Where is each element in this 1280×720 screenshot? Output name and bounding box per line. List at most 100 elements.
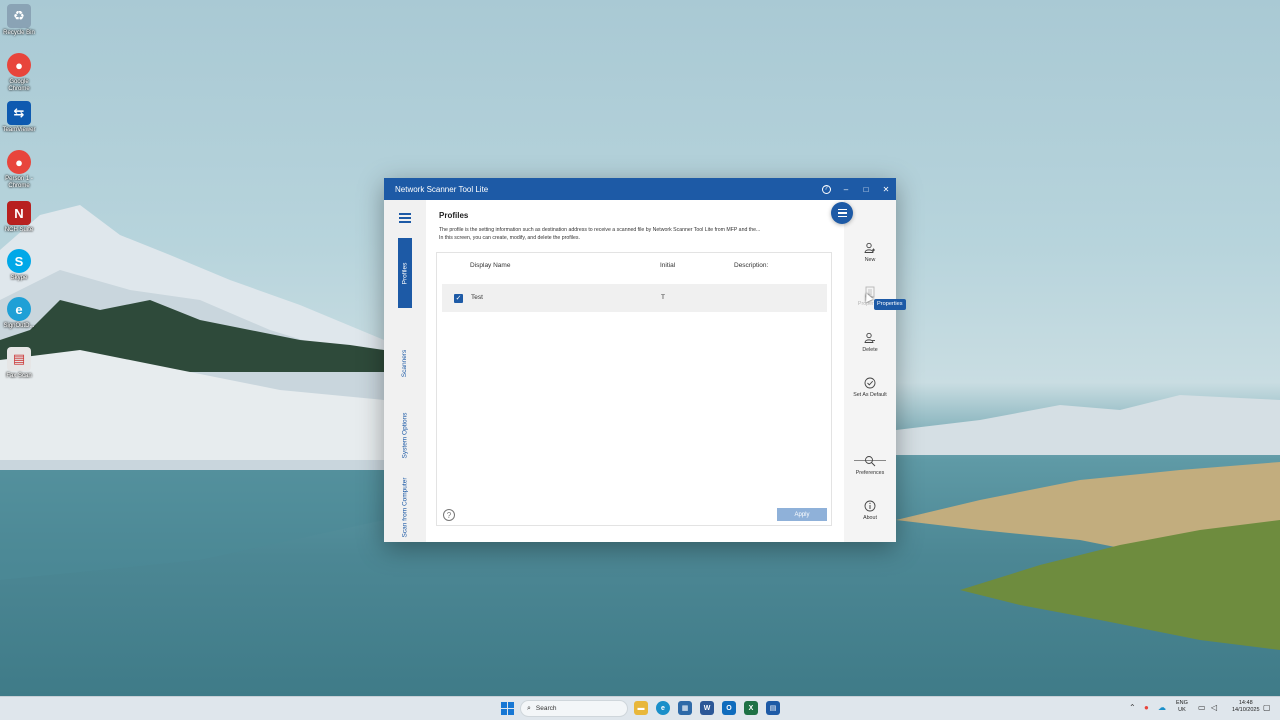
desktop-icon-label: Fax Scan (6, 373, 32, 379)
help-button[interactable]: ? (816, 178, 836, 200)
new-button[interactable]: New (844, 242, 896, 263)
recycle-bin-icon: ♻ (7, 4, 31, 28)
column-header-initial[interactable]: Initial (660, 262, 675, 269)
desktop-icon-label: SignOutD... (3, 323, 35, 329)
desktop-icon-chrome-person[interactable]: ● Person 1 - Chrome (2, 150, 36, 190)
outlook-icon[interactable]: O (722, 701, 736, 715)
desktop-icon-label: Recycle Bin (3, 30, 35, 36)
chevron-up-icon[interactable]: ⌃ (1129, 703, 1136, 712)
delete-button[interactable]: Delete (844, 332, 896, 353)
excel-icon[interactable]: X (744, 701, 758, 715)
row-checkbox[interactable]: ✓ (454, 294, 463, 303)
profiles-table: Display Name Initial Description: ✓ Test… (436, 252, 832, 526)
page-description: The profile is the setting information s… (439, 226, 819, 242)
taskbar: ⌕ Search ▬ e ▦ W O X ▤ ⌃ ● ☁ ENG UK ▭ ◁ … (0, 696, 1280, 720)
desktop-icon-label: Skype (10, 275, 28, 281)
title-bar[interactable]: Network Scanner Tool Lite ? – □ ✕ (384, 178, 896, 200)
desktop-icon-edge[interactable]: e SignOutD... (2, 297, 36, 330)
keyboard-region: UK (1178, 707, 1186, 713)
description-line-1: The profile is the setting information s… (439, 227, 761, 233)
checkmark-circle-icon (844, 377, 896, 391)
table-row[interactable]: ✓ Test T (442, 284, 827, 312)
desktop-icon-teamviewer[interactable]: ⇆ TeamViewer (2, 101, 36, 134)
desktop-icon-chrome[interactable]: ● Google Chrome (2, 53, 36, 93)
tab-label: Profiles (401, 262, 409, 284)
edge-icon: e (7, 297, 31, 321)
desktop-icon-fax[interactable]: ▤ Fax Scan (2, 347, 36, 380)
time: 14:48 (1238, 700, 1253, 706)
language-indicator[interactable]: ENG UK (1176, 700, 1188, 714)
taskbar-search[interactable]: ⌕ Search (520, 700, 628, 717)
cell-initial: T (661, 294, 665, 301)
tab-profiles[interactable]: Profiles (398, 238, 412, 308)
edge-icon[interactable]: e (656, 701, 670, 715)
fax-icon: ▤ (7, 347, 31, 371)
close-button[interactable]: ✕ (876, 178, 896, 200)
maximize-button[interactable]: □ (856, 178, 876, 200)
notification-icon[interactable]: ▢ (1263, 703, 1271, 712)
action-label: Delete (862, 347, 878, 353)
tab-system-options[interactable]: System Options (398, 400, 412, 470)
remove-user-icon (844, 332, 896, 346)
desktop-icon-label: TeamViewer (2, 127, 36, 133)
desktop-icon-recycle-bin[interactable]: ♻ Recycle Bin (2, 4, 36, 37)
column-header-display-name[interactable]: Display Name (470, 262, 510, 269)
tab-label: Scan from Computer (401, 477, 409, 537)
windows-logo-icon (501, 702, 507, 708)
set-default-button[interactable]: Set As Default (844, 377, 896, 398)
app-window: Network Scanner Tool Lite ? – □ ✕ Profil… (384, 178, 896, 542)
action-label: Set As Default (853, 392, 887, 398)
chrome-icon: ● (7, 150, 31, 174)
tab-label: System Options (401, 412, 409, 458)
action-label: About (863, 515, 877, 521)
date: 14/10/2025 (1232, 707, 1260, 713)
column-header-description[interactable]: Description: (734, 262, 768, 269)
desktop-icon-label: NCH Suite (4, 227, 34, 233)
action-label: New (864, 257, 876, 263)
minimize-button[interactable]: – (836, 178, 856, 200)
action-label: Preferences (855, 470, 885, 476)
store-icon[interactable]: ▦ (678, 701, 692, 715)
help-icon[interactable]: ? (443, 509, 455, 521)
tab-label: Scanners (401, 349, 409, 377)
actions-sidebar: New Properties Delete Set As Default Pre… (844, 200, 896, 542)
desktop-icon-skype[interactable]: S Skype (2, 249, 36, 282)
add-user-icon (844, 242, 896, 256)
clock[interactable]: 14:48 14/10/2025 (1232, 700, 1260, 714)
apply-button[interactable]: Apply (777, 508, 827, 521)
phone-link-icon[interactable]: ▭ (1198, 703, 1206, 712)
teamviewer-icon: ⇆ (7, 101, 31, 125)
preferences-icon (844, 455, 896, 469)
chrome-icon: ● (7, 53, 31, 77)
desktop-icon-label: Google Chrome (8, 79, 30, 92)
window-title: Network Scanner Tool Lite (395, 184, 489, 194)
search-placeholder: Search (535, 705, 557, 712)
onedrive-icon[interactable]: ☁ (1158, 703, 1166, 712)
description-line-2: In this screen, you can create, modify, … (439, 235, 580, 241)
desktop-icon-nch[interactable]: N NCH Suite (2, 201, 36, 234)
search-icon: ⌕ (527, 704, 531, 712)
tab-scan-from-computer[interactable]: Scan from Computer (398, 472, 412, 542)
desktop-icon-label: Person 1 - Chrome (5, 176, 33, 189)
word-icon[interactable]: W (700, 701, 714, 715)
hamburger-menu-icon[interactable] (399, 213, 411, 223)
file-explorer-icon[interactable]: ▬ (634, 701, 648, 715)
volume-icon[interactable]: ◁ (1211, 703, 1217, 712)
skype-icon: S (7, 249, 31, 273)
help-icon: ? (821, 184, 831, 194)
language-code: ENG (1176, 700, 1188, 706)
properties-tooltip: Properties (874, 299, 906, 310)
page-title: Profiles (439, 211, 469, 220)
chrome-tray-icon[interactable]: ● (1144, 703, 1149, 712)
start-button[interactable] (501, 702, 514, 715)
left-navigation: Profiles Scanners System Options Scan fr… (384, 200, 426, 542)
cell-display-name: Test (471, 294, 483, 301)
tab-scanners[interactable]: Scanners (398, 328, 412, 398)
about-button[interactable]: About (844, 500, 896, 521)
profiles-panel: Profiles The profile is the setting info… (426, 200, 844, 542)
nch-icon: N (7, 201, 31, 225)
menu-fab-button[interactable] (831, 202, 853, 224)
preferences-button[interactable]: Preferences (844, 455, 896, 476)
info-icon (844, 500, 896, 514)
network-scanner-tool-icon[interactable]: ▤ (766, 701, 780, 715)
